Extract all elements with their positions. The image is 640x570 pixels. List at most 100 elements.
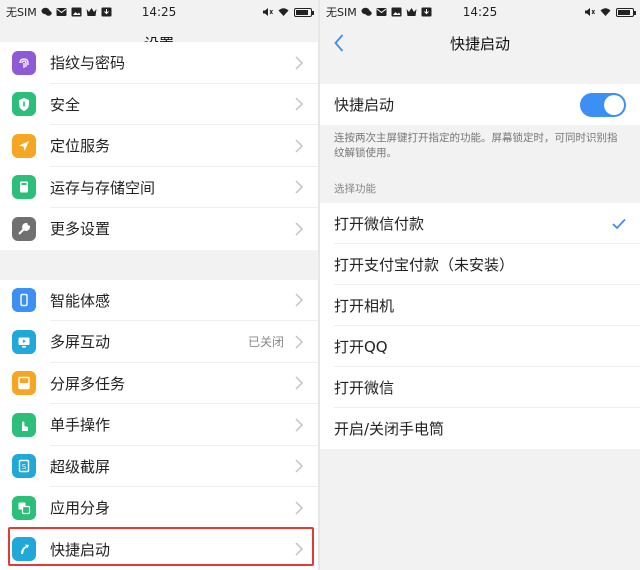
option-qq[interactable]: 打开QQ — [320, 326, 640, 367]
settings-item-label: 安全 — [50, 95, 81, 114]
location-icon — [12, 133, 36, 158]
settings-item-label: 快捷启动 — [50, 540, 111, 559]
option-label: 打开相机 — [334, 297, 395, 315]
settings-item-label: 定位服务 — [50, 137, 111, 156]
option-label: 打开QQ — [334, 338, 388, 356]
mute-icon — [263, 8, 273, 16]
multiscreen-icon — [12, 329, 36, 354]
option-camera[interactable]: 打开相机 — [320, 285, 640, 326]
battery-icon — [294, 7, 314, 17]
status-bar: 无SIM 14:25 — [320, 0, 640, 24]
option-label: 打开支付宝付款（未安装） — [334, 256, 515, 274]
screenshot-icon: S — [12, 454, 36, 479]
chevron-right-icon — [295, 222, 304, 236]
crown-notification-icon — [86, 8, 97, 16]
svg-text:S: S — [22, 463, 27, 471]
settings-item-multiscreen[interactable]: 多屏互动 已关闭 — [0, 321, 318, 363]
option-label: 打开微信 — [334, 379, 395, 397]
battery-icon — [616, 7, 636, 17]
image-notification-icon — [391, 7, 402, 17]
chevron-right-icon — [295, 418, 304, 432]
settings-item-app-clone[interactable]: 应用分身 — [0, 487, 318, 529]
option-wechat[interactable]: 打开微信 — [320, 367, 640, 408]
settings-item-smart-motion[interactable]: 智能体感 — [0, 279, 318, 321]
settings-item-super-screenshot[interactable]: S 超级截屏 — [0, 445, 318, 487]
chevron-right-icon — [295, 97, 304, 111]
settings-group-2: 智能体感 多屏互动 已关闭 分屏多任务 单手操作 S 超级截屏 应用分身 快捷启… — [0, 279, 318, 570]
chevron-right-icon — [295, 335, 304, 349]
top-spacer — [320, 62, 640, 84]
toggle-knob — [604, 94, 624, 115]
option-wechat-pay[interactable]: 打开微信付款 — [320, 203, 640, 244]
mail-notification-icon — [56, 8, 67, 16]
download-notification-icon — [101, 7, 112, 17]
settings-item-label: 超级截屏 — [50, 457, 111, 476]
settings-group-1: 指纹与密码 安全 定位服务 运存与存储空间 更多设置 — [0, 42, 318, 250]
status-bar: 无SIM 14:25 — [0, 0, 318, 24]
wechat-notification-icon — [361, 7, 372, 16]
settings-item-label: 运存与存储空间 — [50, 178, 156, 197]
carrier-label: 无SIM — [326, 6, 357, 19]
settings-item-quick-launch[interactable]: 快捷启动 — [0, 528, 318, 570]
fingerprint-icon — [12, 50, 36, 75]
settings-item-location[interactable]: 定位服务 — [0, 125, 318, 167]
app-clone-icon — [12, 495, 36, 520]
toggle-label: 快捷启动 — [334, 96, 395, 114]
storage-icon — [12, 175, 36, 200]
quick-launch-toggle-row: 快捷启动 — [320, 84, 640, 125]
mute-icon — [585, 8, 595, 16]
chevron-right-icon — [295, 459, 304, 473]
option-label: 打开微信付款 — [334, 215, 425, 233]
split-screen-icon — [12, 371, 36, 396]
quick-launch-screen: 无SIM 14:25 快捷启动 快捷启动 连按两次主屏键打开指定的功能。屏幕锁定… — [320, 0, 640, 570]
chevron-right-icon — [295, 542, 304, 556]
settings-item-one-hand[interactable]: 单手操作 — [0, 404, 318, 446]
settings-item-label: 多屏互动 — [50, 333, 111, 352]
wifi-icon — [600, 8, 611, 16]
chevron-right-icon — [295, 180, 304, 194]
settings-item-fingerprint[interactable]: 指纹与密码 — [0, 42, 318, 84]
mail-notification-icon — [376, 8, 387, 16]
option-label: 开启/关闭手电筒 — [334, 420, 445, 438]
one-hand-icon — [12, 412, 36, 437]
wrench-icon — [12, 216, 36, 241]
settings-item-storage[interactable]: 运存与存储空间 — [0, 166, 318, 208]
chevron-right-icon — [295, 293, 304, 307]
settings-item-split-screen[interactable]: 分屏多任务 — [0, 362, 318, 404]
group-spacer — [0, 249, 318, 280]
wifi-icon — [278, 8, 289, 16]
chevron-left-icon — [334, 34, 344, 52]
settings-item-label: 分屏多任务 — [50, 374, 126, 393]
description-text: 连按两次主屏键打开指定的功能。屏幕锁定时，可同时识别指纹解锁使用。 — [334, 132, 618, 159]
back-button[interactable] — [334, 32, 350, 54]
option-flashlight[interactable]: 开启/关闭手电筒 — [320, 408, 640, 449]
status-value: 已关闭 — [247, 335, 284, 350]
nav-bar: 快捷启动 — [320, 24, 640, 62]
shield-icon — [12, 92, 36, 117]
chevron-right-icon — [295, 376, 304, 390]
chevron-right-icon — [295, 139, 304, 153]
checkmark-icon — [612, 218, 626, 229]
quick-launch-toggle[interactable] — [580, 92, 626, 117]
section-title: 选择功能 — [334, 183, 376, 195]
settings-item-more[interactable]: 更多设置 — [0, 208, 318, 250]
download-notification-icon — [421, 7, 432, 17]
settings-item-label: 更多设置 — [50, 220, 111, 239]
option-alipay[interactable]: 打开支付宝付款（未安装） — [320, 244, 640, 285]
page-title: 快捷启动 — [449, 34, 510, 53]
options-list: 打开微信付款 打开支付宝付款（未安装） 打开相机 打开QQ 打开微信 开启/关闭… — [320, 203, 640, 449]
carrier-label: 无SIM — [6, 6, 37, 19]
phone-motion-icon — [12, 288, 36, 313]
settings-screen: 无SIM 14:25 设置 指纹与密码 安全 — [0, 0, 318, 570]
quick-launch-icon — [12, 537, 36, 562]
image-notification-icon — [71, 7, 82, 17]
wechat-notification-icon — [41, 7, 52, 16]
settings-item-label: 指纹与密码 — [50, 54, 126, 73]
settings-item-label: 单手操作 — [50, 416, 111, 435]
settings-item-label: 应用分身 — [50, 499, 111, 518]
chevron-right-icon — [295, 501, 304, 515]
settings-item-security[interactable]: 安全 — [0, 83, 318, 125]
chevron-right-icon — [295, 56, 304, 70]
crown-notification-icon — [406, 8, 417, 16]
settings-item-label: 智能体感 — [50, 291, 111, 310]
